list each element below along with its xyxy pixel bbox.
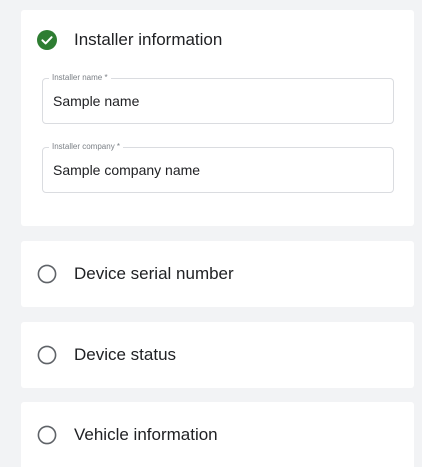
check-circle-icon xyxy=(37,30,57,50)
installer-company-field[interactable]: Installer company * xyxy=(42,142,394,193)
radio-circle-icon xyxy=(37,425,57,444)
step-header-vehicle-information[interactable]: Vehicle information xyxy=(37,402,218,467)
step-card-device-serial-number: Device serial number xyxy=(21,241,414,307)
step-title: Device status xyxy=(74,345,177,364)
step-title: Installer information xyxy=(74,30,223,49)
step-header-device-serial-number[interactable]: Device serial number xyxy=(37,241,234,307)
installer-name-label: Installer name * xyxy=(49,73,111,83)
step-card-installer-information: Installer information Installer name * I… xyxy=(21,10,414,226)
installer-name-field[interactable]: Installer name * xyxy=(42,73,394,124)
step-card-vehicle-information: Vehicle information xyxy=(21,402,414,467)
step-title: Vehicle information xyxy=(74,424,218,444)
step-title: Device serial number xyxy=(74,264,234,283)
installer-company-input[interactable] xyxy=(53,161,373,179)
radio-circle-icon xyxy=(37,345,57,365)
installer-company-label: Installer company * xyxy=(49,142,124,152)
step-header-device-status[interactable]: Device status xyxy=(37,322,176,388)
radio-circle-icon xyxy=(37,264,57,284)
step-card-device-status: Device status xyxy=(21,322,414,388)
step-header-installer-information[interactable]: Installer information xyxy=(37,12,222,68)
installer-name-input[interactable] xyxy=(53,92,373,110)
